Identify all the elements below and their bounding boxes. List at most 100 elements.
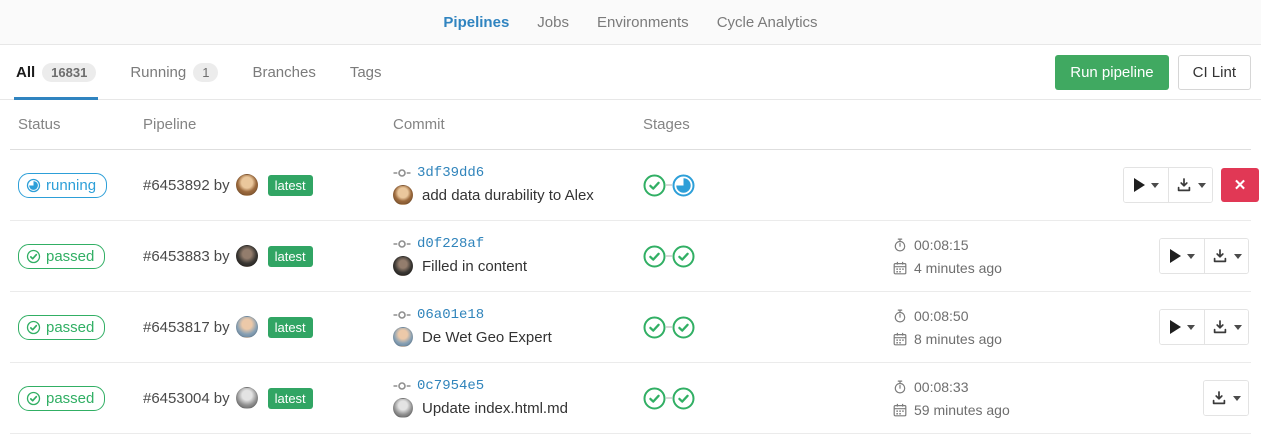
commit-message-link[interactable]: Filled in content: [422, 258, 527, 275]
commit-sha-link[interactable]: 3df39dd6: [417, 165, 484, 181]
play-dropdown-button[interactable]: [1160, 239, 1204, 273]
project-nav: Pipelines Jobs Environments Cycle Analyt…: [0, 0, 1261, 45]
calendar-icon: [893, 403, 907, 417]
passed-icon: [26, 391, 41, 406]
commit-sha-link[interactable]: 0c7954e5: [417, 378, 484, 394]
passed-icon: [26, 249, 41, 264]
download-icon: [1212, 319, 1228, 335]
user-avatar[interactable]: [236, 387, 258, 409]
latest-badge[interactable]: latest: [268, 175, 313, 196]
stage-passed-icon[interactable]: [672, 316, 695, 339]
header-pipeline: Pipeline: [135, 116, 385, 133]
latest-badge[interactable]: latest: [268, 317, 313, 338]
user-avatar[interactable]: [236, 316, 258, 338]
chevron-down-icon: [1234, 254, 1242, 259]
chevron-down-icon: [1151, 183, 1159, 188]
table-row: passed #6453817 by latest 06a01e18 De We…: [10, 292, 1251, 363]
commit-message-link[interactable]: add data durability to Alex: [422, 187, 594, 204]
status-badge[interactable]: passed: [18, 315, 105, 340]
download-icon: [1176, 177, 1192, 193]
actions-button-group: [1203, 380, 1249, 416]
pipeline-by-text: by: [214, 390, 230, 407]
status-badge[interactable]: passed: [18, 244, 105, 269]
tab-tags[interactable]: Tags: [350, 45, 382, 99]
tab-all[interactable]: All 16831: [16, 45, 96, 99]
user-avatar[interactable]: [236, 245, 258, 267]
commit-author-avatar[interactable]: [393, 256, 413, 276]
stage-passed-icon[interactable]: [672, 387, 695, 410]
status-label: passed: [46, 390, 94, 407]
stage-running-icon[interactable]: [672, 174, 695, 197]
actions-button-group: [1159, 309, 1249, 345]
header-stages: Stages: [635, 116, 885, 133]
stage-passed-icon[interactable]: [672, 245, 695, 268]
run-pipeline-button[interactable]: Run pipeline: [1055, 55, 1168, 90]
commit-sha-link[interactable]: d0f228af: [417, 236, 484, 252]
commit-icon: [393, 167, 411, 179]
table-row: passed #6453883 by latest d0f228af Fille…: [10, 221, 1251, 292]
tab-tags-label: Tags: [350, 64, 382, 81]
table-row: passed #6453004 by latest 0c7954e5 Updat…: [10, 363, 1251, 434]
tab-all-label: All: [16, 64, 35, 81]
latest-badge[interactable]: latest: [268, 246, 313, 267]
chevron-down-icon: [1233, 396, 1241, 401]
commit-message-link[interactable]: De Wet Geo Expert: [422, 329, 552, 346]
finished-ago-text: 8 minutes ago: [914, 331, 1002, 347]
pipeline-id-link[interactable]: #6453817: [143, 319, 210, 336]
scope-tabs: All 16831 Running 1 Branches Tags: [16, 45, 382, 99]
passed-icon: [26, 320, 41, 335]
table-header-row: Status Pipeline Commit Stages: [10, 100, 1251, 150]
stage-passed-icon[interactable]: [643, 387, 666, 410]
tab-all-count-badge: 16831: [42, 63, 96, 82]
status-badge[interactable]: running: [18, 173, 107, 198]
play-icon: [1170, 320, 1181, 334]
duration-icon: [893, 380, 907, 394]
commit-author-avatar[interactable]: [393, 398, 413, 418]
calendar-icon: [893, 332, 907, 346]
nav-item-cycle-analytics[interactable]: Cycle Analytics: [717, 14, 818, 31]
commit-sha-link[interactable]: 06a01e18: [417, 307, 484, 323]
stage-passed-icon[interactable]: [643, 174, 666, 197]
pipelines-table: Status Pipeline Commit Stages running #6…: [10, 100, 1251, 434]
latest-badge[interactable]: latest: [268, 388, 313, 409]
play-dropdown-button[interactable]: [1160, 310, 1204, 344]
stage-passed-icon[interactable]: [643, 245, 666, 268]
download-icon: [1211, 390, 1227, 406]
artifacts-dropdown-button[interactable]: [1204, 381, 1248, 415]
pipeline-by-text: by: [214, 319, 230, 336]
pipeline-id-link[interactable]: #6453883: [143, 248, 210, 265]
pipeline-id-link[interactable]: #6453892: [143, 177, 210, 194]
status-label: running: [46, 177, 96, 194]
running-icon: [26, 178, 41, 193]
tab-running[interactable]: Running 1: [130, 45, 218, 99]
play-dropdown-button[interactable]: [1124, 168, 1168, 202]
cancel-pipeline-button[interactable]: ✕: [1221, 168, 1259, 202]
nav-item-jobs[interactable]: Jobs: [537, 14, 569, 31]
duration-icon: [893, 309, 907, 323]
status-badge[interactable]: passed: [18, 386, 105, 411]
close-icon: ✕: [1234, 176, 1247, 194]
timing-cell: 00:08:50 8 minutes ago: [885, 308, 1115, 347]
actions-button-group: [1159, 238, 1249, 274]
pipeline-id-link[interactable]: #6453004: [143, 390, 210, 407]
user-avatar[interactable]: [236, 174, 258, 196]
stage-passed-icon[interactable]: [643, 316, 666, 339]
duration-text: 00:08:33: [914, 379, 969, 395]
commit-icon: [393, 309, 411, 321]
artifacts-dropdown-button[interactable]: [1168, 168, 1212, 202]
commit-author-avatar[interactable]: [393, 327, 413, 347]
commit-author-avatar[interactable]: [393, 185, 413, 205]
pipeline-by-text: by: [214, 248, 230, 265]
timing-cell: 00:08:33 59 minutes ago: [885, 379, 1115, 418]
artifacts-dropdown-button[interactable]: [1204, 310, 1248, 344]
commit-message-link[interactable]: Update index.html.md: [422, 400, 568, 417]
tab-branches-label: Branches: [252, 64, 315, 81]
nav-item-pipelines[interactable]: Pipelines: [443, 14, 509, 31]
pipeline-by-text: by: [214, 177, 230, 194]
artifacts-dropdown-button[interactable]: [1204, 239, 1248, 273]
finished-ago-text: 59 minutes ago: [914, 402, 1010, 418]
chevron-down-icon: [1198, 183, 1206, 188]
ci-lint-button[interactable]: CI Lint: [1178, 55, 1251, 90]
nav-item-environments[interactable]: Environments: [597, 14, 689, 31]
tab-branches[interactable]: Branches: [252, 45, 315, 99]
